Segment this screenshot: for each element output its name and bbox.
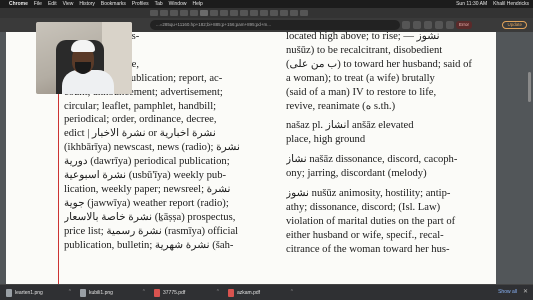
extension-icon[interactable] [435,21,443,29]
menu-window[interactable]: Window [169,0,187,8]
menu-file[interactable]: File [34,0,42,8]
chevron-up-icon[interactable]: ⌃ [68,289,72,295]
update-button[interactable]: Update [502,21,527,29]
tab-9[interactable] [230,10,238,16]
pdf-file-icon [154,288,160,297]
text-line: جوية (jawwīya) weather report (radio); [64,197,229,209]
text-line: lication, weekly paper; newsreel; نشرة [64,183,231,195]
image-file-icon [6,288,12,297]
download-filename: learten1.png [15,289,43,296]
tab-4[interactable] [180,10,188,16]
downloads-bar: learten1.png ⌃ kubili1.png ⌃ 37775.pdf ⌃… [0,284,533,300]
text-line: circular; leaflet, pamphlet, handbill; [64,100,217,112]
text-line: نشرة خاصة بالاسعار (ḵāṣṣa) prospectus, [64,211,236,223]
tab-12[interactable] [260,10,268,16]
scrollbar-thumb[interactable] [528,72,531,102]
extension-icon[interactable] [424,21,432,29]
text-line: دورية (dawrīya) periodical publication; [64,156,230,168]
text-line: ony; jarring, discordant (melody) [286,168,427,180]
text-line: našaz pl. انشاز anšāz elevated [286,120,414,132]
download-item[interactable]: azkam.pdf ⌃ [224,287,298,299]
close-icon[interactable]: ✕ [523,288,528,295]
tab-5[interactable] [190,10,198,16]
show-all-link[interactable]: Show all [498,289,517,295]
tab-16[interactable] [300,10,308,16]
tab-8[interactable] [220,10,228,16]
text-line: edict | نشرة الاخبار or نشرة اخبارية [64,128,216,140]
right-column: located high above; to rise; — نشوز nušū… [286,32,482,257]
tab-2[interactable] [160,10,168,16]
extension-icon[interactable] [402,21,410,29]
menu-profiles[interactable]: Profiles [132,0,149,8]
download-filename: azkam.pdf [237,289,261,296]
download-item[interactable]: learten1.png ⌃ [2,287,76,299]
text-line: citrance of the woman toward her hus- [286,243,450,255]
tab-active[interactable] [200,10,208,16]
presenter-shirt [62,70,114,94]
text-line: located high above; to rise; — نشوز [286,32,440,42]
menu-chrome[interactable]: Chrome [9,0,28,8]
text-line: athy; dissonance, discord; (Isl. Law) [286,201,441,213]
presenter-kufi [71,40,95,52]
menu-history[interactable]: History [79,0,95,8]
chevron-up-icon[interactable]: ⌃ [290,289,294,295]
user-name[interactable]: Khalil Hendricks [493,0,529,8]
menu-help[interactable]: Help [192,0,202,8]
extension-icon[interactable] [446,21,454,29]
tab-11[interactable] [250,10,258,16]
menu-tab[interactable]: Tab [155,0,163,8]
text-line: place, high ground [286,134,366,146]
text-line: violation of marital duties on the part … [286,215,456,227]
text-line: revive, reanimate (ه s.th.) [286,100,396,112]
macos-menu-bar: Chrome File Edit View History Bookmarks … [0,0,533,8]
menu-bookmarks[interactable]: Bookmarks [101,0,126,8]
download-item[interactable]: kubili1.png ⌃ [76,287,150,299]
menu-view[interactable]: View [63,0,74,8]
image-file-icon [80,288,86,297]
text-line: nušūz) to be recalcitrant, disobedient [286,44,443,56]
text-line: either husband or wife, specif., recal- [286,229,444,241]
tab-14[interactable] [280,10,288,16]
text-line: نشوز nušūz animosity, hostility; antip- [286,188,451,200]
webcam-overlay[interactable] [36,22,132,94]
tab-15[interactable] [290,10,298,16]
download-item[interactable]: 37775.pdf ⌃ [150,287,224,299]
download-filename: kubili1.png [89,289,113,296]
chevron-up-icon[interactable]: ⌃ [216,289,220,295]
tab-13[interactable] [270,10,278,16]
text-line: (ب من على) to toward her husband; said o… [286,58,472,70]
tab-strip [0,8,533,18]
text-line: نشاز našāz dissonance, discord, cacoph- [286,154,458,166]
tab-3[interactable] [170,10,178,16]
text-line: periodical; order, ordinance, decree, [64,114,217,126]
text-line: a woman); to treat (a wife) brutally [286,72,435,84]
pdf-file-icon [228,288,234,297]
text-line: price list; نشرة رسمية (rasmīya) officia… [64,225,239,237]
address-bar[interactable]: ...=285qu+11160.hp+182;bi+885;p+156;pam+… [150,20,400,30]
text-line: (ikhbārīya) newscast, news (radio); نشرة [64,142,240,154]
clock[interactable]: Sun 11:30 AM [456,0,487,8]
text-line: (said of a man) IV to restore to life, [286,86,437,98]
chevron-up-icon[interactable]: ⌃ [142,289,146,295]
menu-edit[interactable]: Edit [48,0,57,8]
text-line: نشرة اسبوعية (usbū'īya) weekly pub- [64,170,227,182]
extension-icon[interactable] [413,21,421,29]
error-badge[interactable]: Error [456,21,472,29]
tab-1[interactable] [150,10,158,16]
text-line: publication, bulletin; نشرة شهرية (šah- [64,239,234,251]
download-filename: 37775.pdf [163,289,186,296]
tab-7[interactable] [210,10,218,16]
tab-10[interactable] [240,10,248,16]
